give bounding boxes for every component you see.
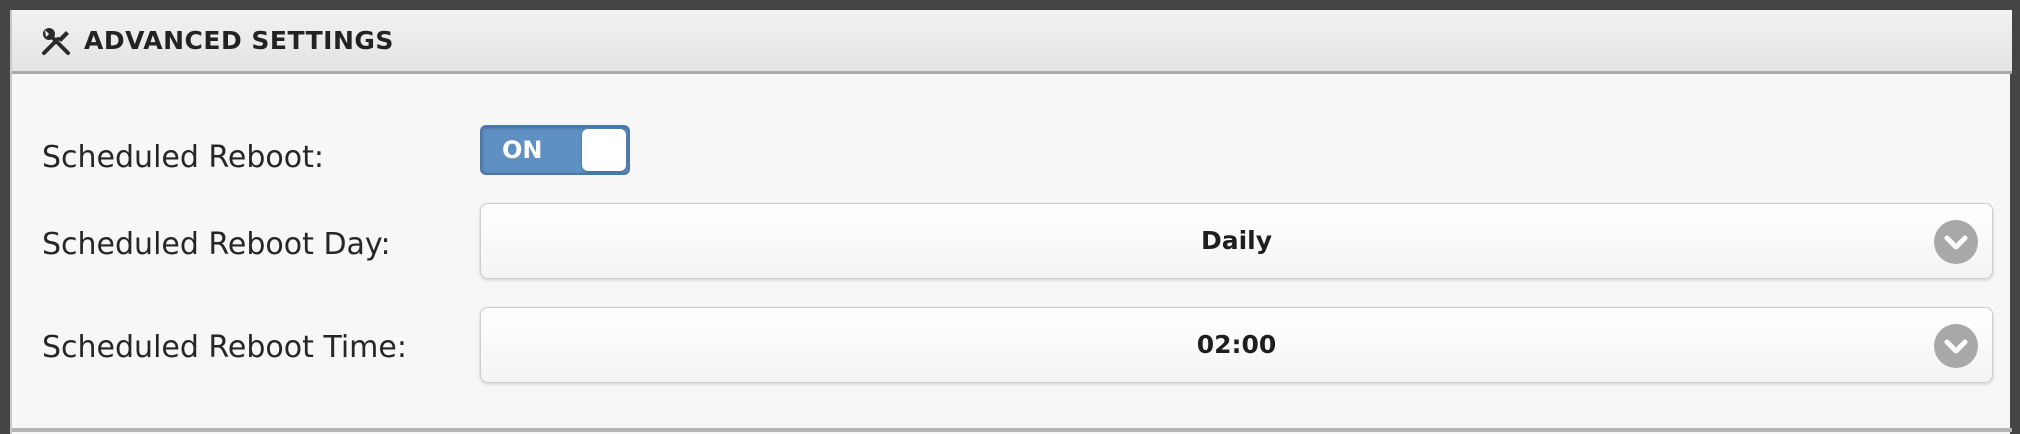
advanced-settings-panel: ADVANCED SETTINGS Scheduled Reboot: ON S… — [10, 10, 2012, 434]
scheduled-reboot-day-label: Scheduled Reboot Day: — [42, 227, 391, 262]
toggle-knob[interactable] — [582, 129, 626, 171]
reboot-day-value: Daily — [1200, 226, 1273, 255]
scheduled-reboot-toggle[interactable]: ON — [480, 125, 630, 175]
scheduled-reboot-time-select[interactable]: 02:00 — [480, 307, 1993, 383]
scheduled-reboot-label: Scheduled Reboot: — [42, 140, 325, 175]
scheduled-reboot-day-select[interactable]: Daily — [480, 203, 1993, 279]
panel-title: ADVANCED SETTINGS — [84, 26, 394, 55]
tools-icon — [40, 25, 72, 57]
chevron-down-icon[interactable] — [1934, 324, 1978, 368]
reboot-time-value: 02:00 — [1196, 330, 1277, 359]
chevron-down-icon[interactable] — [1934, 220, 1978, 264]
panel-header: ADVANCED SETTINGS — [12, 10, 2012, 74]
toggle-on-text: ON — [502, 136, 543, 164]
panel-bottom-divider — [12, 428, 2012, 432]
scheduled-reboot-time-label: Scheduled Reboot Time: — [42, 330, 407, 365]
